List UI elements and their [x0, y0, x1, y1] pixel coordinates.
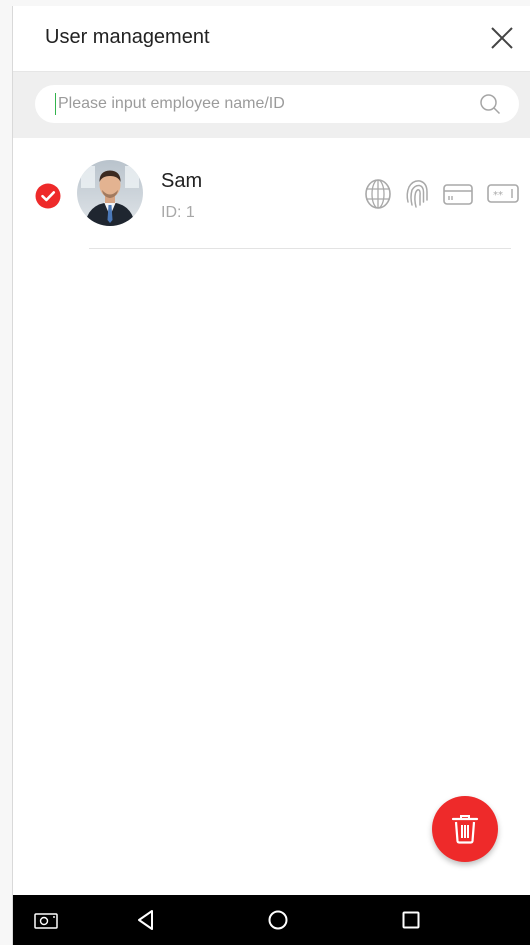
user-id-label: ID:: [161, 204, 186, 221]
card-icon: [442, 178, 474, 210]
app-screen: User management Please input employee na…: [12, 6, 530, 945]
back-icon: [138, 910, 153, 930]
user-id-value: 1: [185, 204, 195, 221]
search-input[interactable]: [55, 93, 455, 115]
back-button[interactable]: [133, 907, 159, 933]
screenshot-button[interactable]: [33, 907, 59, 933]
recents-button[interactable]: [398, 907, 424, 933]
fingerprint-icon: [404, 178, 430, 210]
credential-icons: **: [364, 178, 520, 210]
home-icon: [268, 910, 288, 930]
screenshot-icon: [34, 913, 58, 929]
search-icon[interactable]: [479, 93, 501, 115]
search-box: [35, 85, 519, 123]
user-id: ID: 1: [161, 204, 195, 222]
close-button[interactable]: [488, 24, 516, 52]
header-bar: User management: [13, 6, 530, 72]
page-title: User management: [45, 26, 210, 48]
user-name: Sam: [161, 170, 203, 192]
face-icon: [364, 178, 392, 210]
user-list-item[interactable]: Sam ID: 1 **: [13, 146, 530, 242]
row-divider: [89, 248, 511, 249]
delete-button[interactable]: [432, 796, 498, 862]
recents-icon: [402, 911, 420, 929]
trash-icon: [451, 815, 479, 844]
home-button[interactable]: [265, 907, 291, 933]
search-bar: [13, 72, 530, 138]
checked-icon[interactable]: [35, 183, 61, 209]
close-icon: [491, 27, 513, 49]
avatar: [77, 160, 143, 226]
svg-text:**: **: [493, 190, 503, 201]
system-nav-bar: [13, 895, 530, 945]
password-icon: **: [486, 178, 520, 210]
